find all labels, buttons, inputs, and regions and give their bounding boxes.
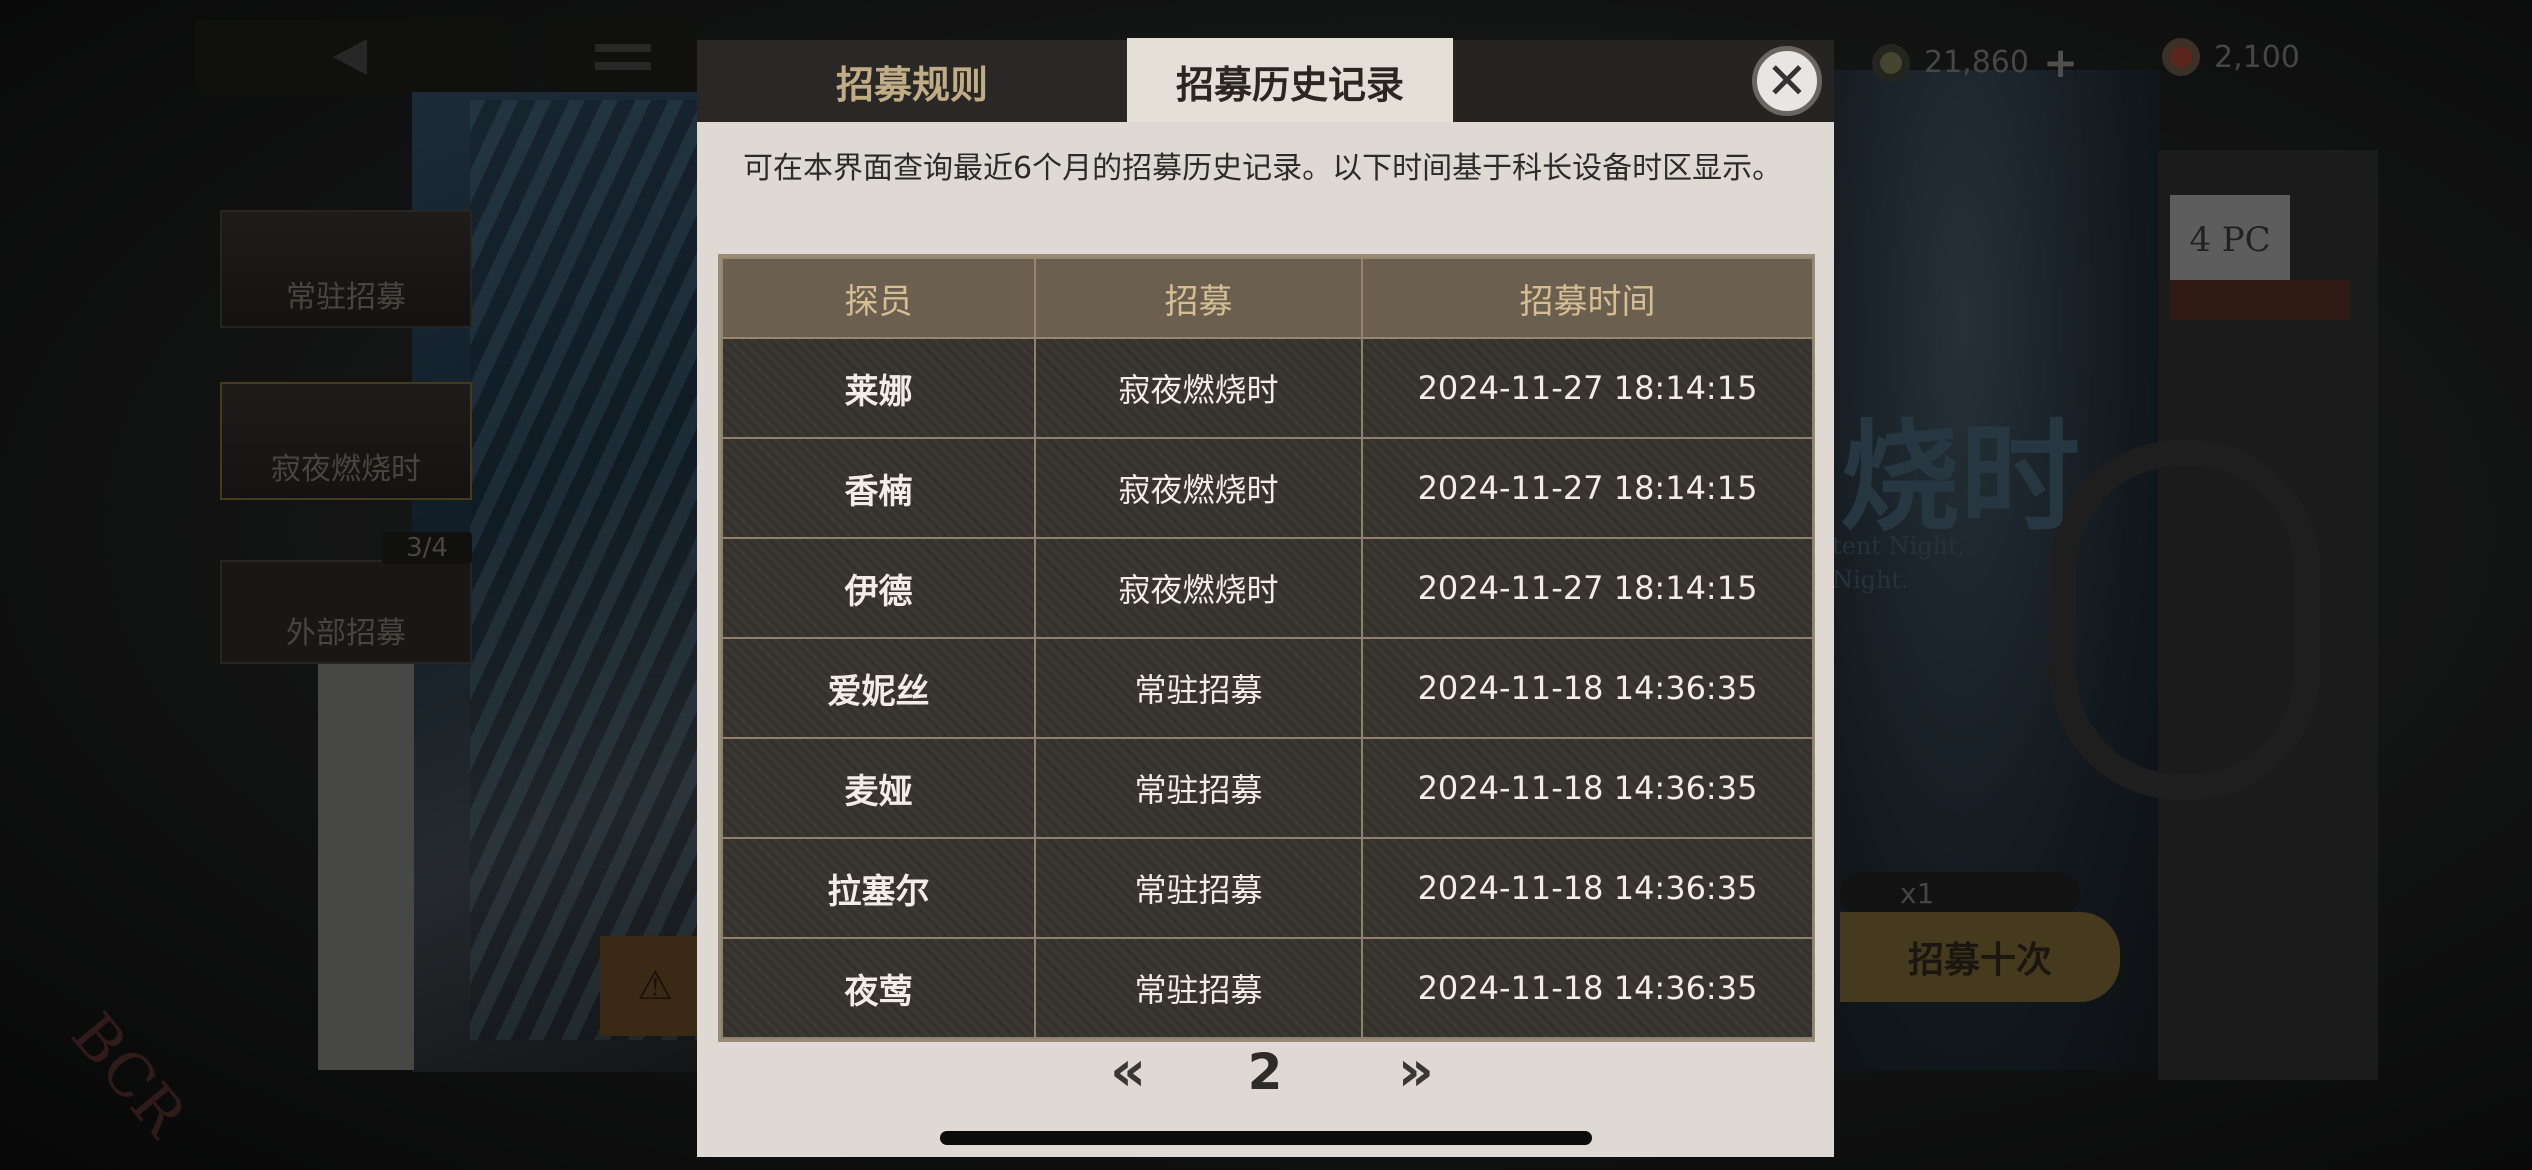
recruit-pool: 常驻招募	[1034, 737, 1363, 839]
recruit-pool: 寂夜燃烧时	[1034, 337, 1363, 439]
recruit-time: 2024-11-27 18:14:15	[1361, 537, 1814, 639]
close-button[interactable]: ✕	[1752, 46, 1822, 116]
recruit-pool: 常驻招募	[1034, 937, 1363, 1039]
table-row: 爱妮丝 常驻招募 2024-11-18 14:36:35	[721, 637, 1814, 739]
table-row: 莱娜 寂夜燃烧时 2024-11-27 18:14:15	[721, 337, 1814, 439]
table-row: 伊德 寂夜燃烧时 2024-11-27 18:14:15	[721, 537, 1814, 639]
agent-name: 香楠	[721, 437, 1036, 539]
recruit-pool: 常驻招募	[1034, 637, 1363, 739]
agent-name: 爱妮丝	[721, 637, 1036, 739]
agent-name: 麦娅	[721, 737, 1036, 839]
next-page-button[interactable]: »	[1398, 1044, 1434, 1100]
agent-name: 拉塞尔	[721, 837, 1036, 939]
column-header-agent: 探员	[721, 257, 1036, 339]
recruit-time: 2024-11-18 14:36:35	[1361, 937, 1814, 1039]
history-description: 可在本界面查询最近6个月的招募历史记录。以下时间基于科长设备时区显示。	[743, 151, 1783, 186]
agent-name: 伊德	[721, 537, 1036, 639]
recruit-pool: 寂夜燃烧时	[1034, 437, 1363, 539]
current-page-number: 2	[1247, 1043, 1283, 1101]
prev-page-button[interactable]: «	[1110, 1044, 1146, 1100]
column-header-pool: 招募	[1034, 257, 1363, 339]
table-row: 夜莺 常驻招募 2024-11-18 14:36:35	[721, 937, 1814, 1039]
recruit-time: 2024-11-27 18:14:15	[1361, 337, 1814, 439]
close-icon: ✕	[1766, 52, 1808, 110]
recruit-time: 2024-11-18 14:36:35	[1361, 837, 1814, 939]
game-screen: 常驻招募 寂夜燃烧时 外部招募 3/4 4 PC 烧时 tent Night, …	[0, 0, 2532, 1170]
table-header-row: 探员 招募 招募时间	[721, 257, 1814, 339]
pagination: « 2 »	[1110, 1040, 1434, 1104]
history-table: 探员 招募 招募时间 莱娜 寂夜燃烧时 2024-11-27 18:14:15 …	[718, 254, 1815, 1042]
table-row: 香楠 寂夜燃烧时 2024-11-27 18:14:15	[721, 437, 1814, 539]
recruit-time: 2024-11-27 18:14:15	[1361, 437, 1814, 539]
table-row: 麦娅 常驻招募 2024-11-18 14:36:35	[721, 737, 1814, 839]
recruit-time: 2024-11-18 14:36:35	[1361, 637, 1814, 739]
column-header-time: 招募时间	[1361, 257, 1814, 339]
tab-recruit-history[interactable]: 招募历史记录	[1127, 38, 1453, 124]
table-row: 拉塞尔 常驻招募 2024-11-18 14:36:35	[721, 837, 1814, 939]
agent-name: 夜莺	[721, 937, 1036, 1039]
recruit-pool: 寂夜燃烧时	[1034, 537, 1363, 639]
recruit-pool: 常驻招募	[1034, 837, 1363, 939]
home-indicator[interactable]	[940, 1131, 1592, 1145]
agent-name: 莱娜	[721, 337, 1036, 439]
tab-recruit-rules[interactable]: 招募规则	[697, 40, 1127, 122]
recruit-time: 2024-11-18 14:36:35	[1361, 737, 1814, 839]
modal-tabs: 招募规则 招募历史记录	[697, 38, 1834, 124]
